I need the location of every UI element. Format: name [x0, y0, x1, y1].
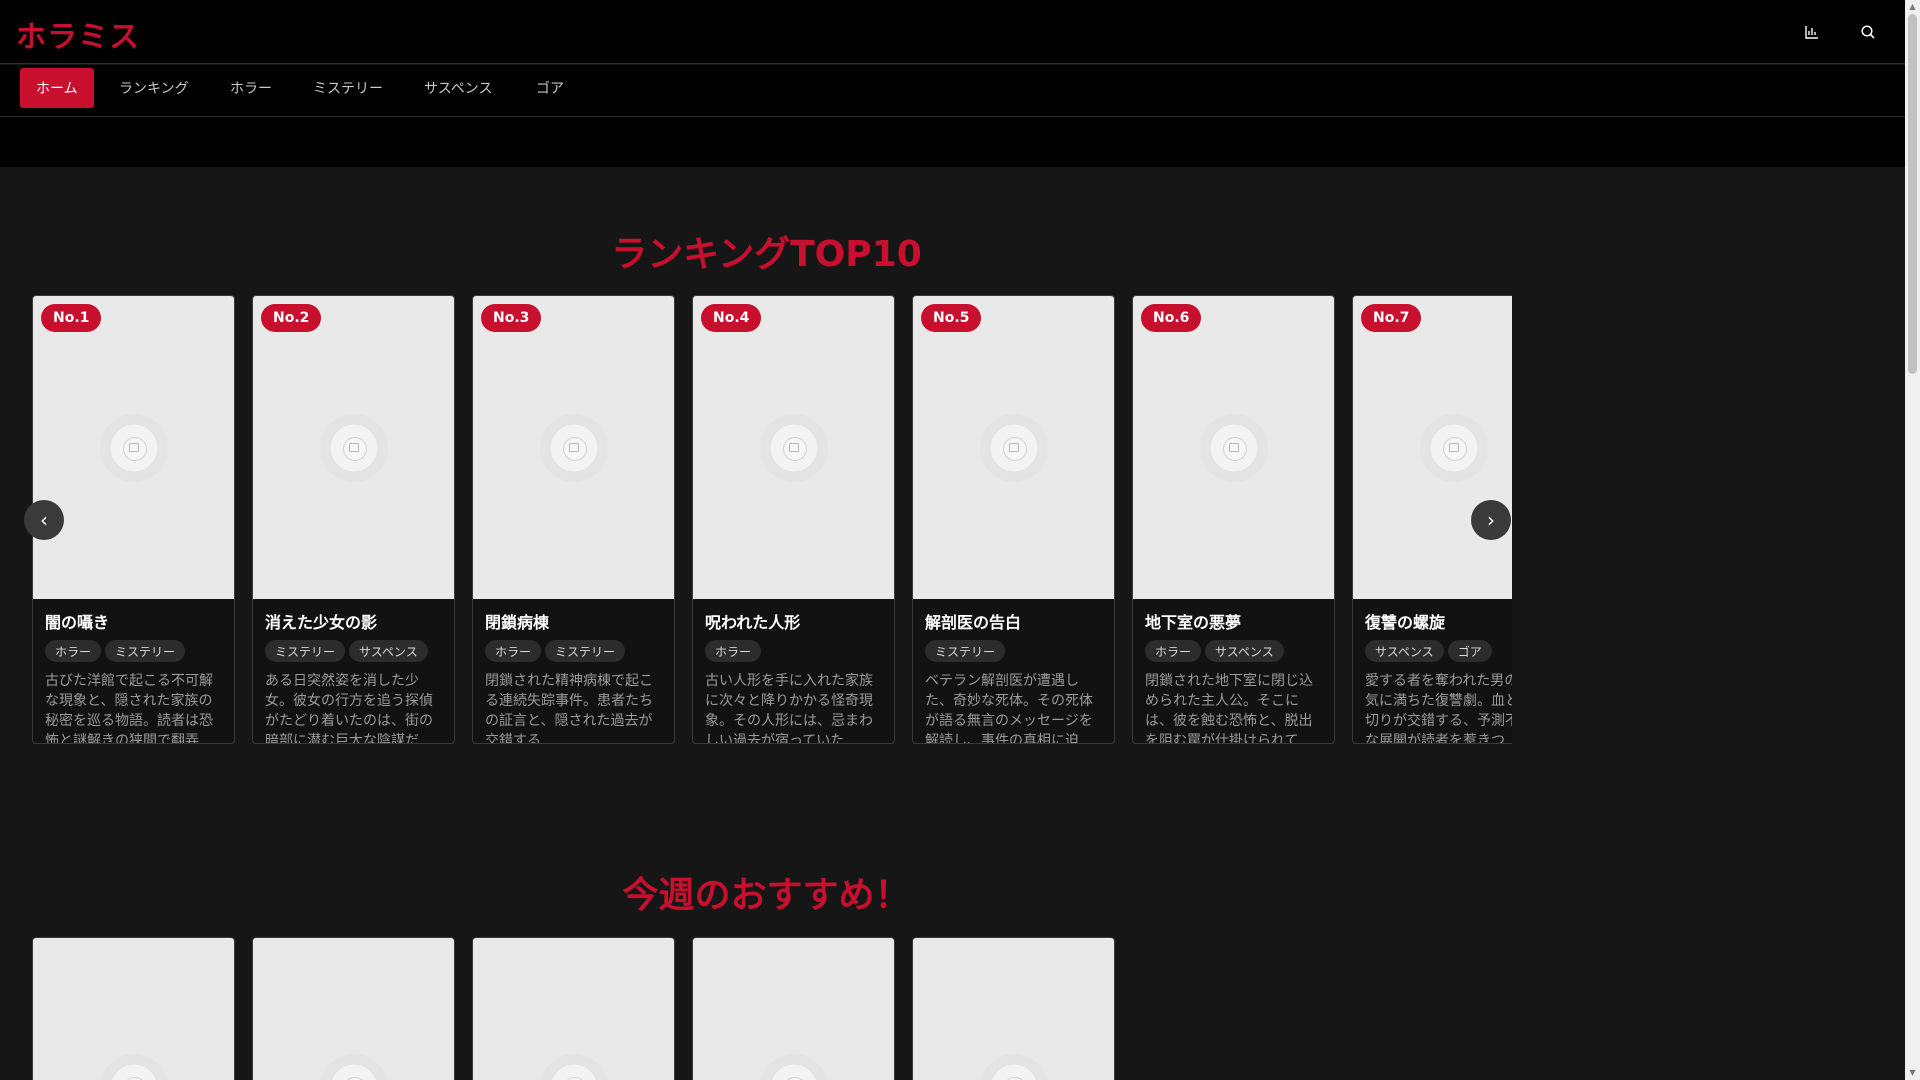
scroll-down-icon[interactable]: ▼: [1905, 1066, 1920, 1080]
cover-image-placeholder: [1133, 296, 1334, 599]
card-description: ある日突然姿を消した少女。彼女の行方を追う探偵がたどり着いたのは、街の暗部に潜む…: [265, 673, 433, 743]
genre-tag[interactable]: ホラー: [705, 640, 762, 662]
carousel-next-button[interactable]: ›: [1471, 500, 1511, 540]
rank-badge: No.7: [1361, 304, 1422, 332]
rank-badge: No.6: [1141, 304, 1202, 332]
top-header: ホラミス: [0, 0, 1905, 64]
ranking-title: ランキングTOP10: [611, 234, 922, 275]
cover-image-placeholder: [693, 938, 894, 1080]
card-title[interactable]: 闇の囁き: [45, 609, 109, 633]
card-title[interactable]: 復讐の螺旋: [1365, 609, 1445, 633]
carousel-prev-button[interactable]: ‹: [24, 500, 64, 540]
rank-badge: No.3: [481, 304, 542, 332]
card-description: 古びた洋館で起こる不可解な現象と、隠された家族の秘密を巡る物語。読者は恐怖と謎解…: [45, 673, 213, 743]
cover-image-placeholder: [693, 296, 894, 599]
cover-image-placeholder: [1353, 296, 1512, 599]
image-icon: [1448, 442, 1459, 452]
genre-tag[interactable]: サスペンス: [1205, 640, 1284, 662]
site-logo[interactable]: ホラミス: [16, 12, 140, 56]
rank-badge: No.1: [41, 304, 102, 332]
recommend-card[interactable]: [912, 937, 1115, 1080]
card-description: 閉鎖された地下室に閉じ込められた主人公。そこには、彼を蝕む恐怖と、脱出を阻む罠が…: [1145, 673, 1313, 743]
card-title[interactable]: 地下室の悪夢: [1145, 609, 1241, 633]
ranking-card[interactable]: No.5 解剖医の告白 ミステリー ベテラン解剖医が遭遇した、奇妙な死体。その死…: [912, 295, 1115, 744]
ranking-card[interactable]: No.2 消えた少女の影 ミステリー サスペンス ある日突然姿を消した少女。彼女…: [252, 295, 455, 744]
nav-item-mystery[interactable]: ミステリー: [297, 68, 399, 108]
rank-badge: No.5: [921, 304, 982, 332]
nav-item-suspense[interactable]: サスペンス: [408, 68, 508, 108]
search-icon[interactable]: [1856, 20, 1880, 44]
nav-item-home[interactable]: ホーム: [20, 68, 94, 108]
genre-tag[interactable]: ミステリー: [105, 640, 186, 662]
image-icon: [568, 442, 579, 452]
recommend-card[interactable]: [32, 937, 235, 1080]
genre-tag[interactable]: ミステリー: [545, 640, 626, 662]
recommend-card[interactable]: [252, 937, 455, 1080]
nav-item-gore[interactable]: ゴア: [520, 68, 580, 108]
genre-tag[interactable]: サスペンス: [1365, 640, 1444, 662]
genre-tag[interactable]: サスペンス: [349, 640, 428, 662]
image-icon: [1228, 442, 1239, 452]
sub-header-bar: [0, 117, 1905, 167]
page-scrollbar[interactable]: ▲ ▼: [1905, 0, 1920, 1080]
cover-image-placeholder: [913, 296, 1114, 599]
rank-badge: No.2: [261, 304, 322, 332]
cover-image-placeholder: [253, 296, 454, 599]
card-title[interactable]: 呪われた人形: [705, 609, 800, 633]
genre-tag[interactable]: ホラー: [485, 640, 542, 662]
genre-tag[interactable]: ゴア: [1447, 640, 1492, 662]
recommend-card[interactable]: [692, 937, 895, 1080]
cover-image-placeholder: [33, 938, 234, 1080]
scroll-up-icon[interactable]: ▲: [1905, 0, 1920, 14]
card-title[interactable]: 閉鎖病棟: [485, 609, 549, 633]
scroll-thumb[interactable]: [1908, 14, 1917, 374]
card-title[interactable]: 解剖医の告白: [925, 609, 1021, 633]
ranking-carousel: No.1 闇の囁き ホラー ミステリー 古びた洋館で起こる不可解な現象と、隠され…: [32, 295, 1512, 745]
card-description: ベテラン解剖医が遭遇した、奇妙な死体。その死体が語る無言のメッセージを解読し、事…: [925, 673, 1093, 743]
ranking-card[interactable]: No.4 呪われた人形 ホラー 古い人形を手に入れた家族に次々と降りかかる怪奇現…: [692, 295, 895, 744]
recommend-title: 今週のおすすめ！: [622, 875, 911, 916]
cover-image-placeholder: [33, 296, 234, 599]
genre-tag[interactable]: ホラー: [1145, 640, 1202, 662]
genre-tag[interactable]: ミステリー: [925, 640, 1006, 662]
image-icon: [128, 442, 139, 452]
nav-item-ranking[interactable]: ランキング: [103, 68, 205, 108]
card-description: 古い人形を手に入れた家族に次々と降りかかる怪奇現象。その人形には、忌まわしい過去…: [705, 673, 873, 743]
cover-image-placeholder: [253, 938, 454, 1080]
card-title[interactable]: 消えた少女の影: [265, 609, 377, 633]
card-description: 閉鎖された精神病棟で起こる連続失踪事件。患者たちの証言と、隠された過去が交錯する…: [485, 673, 653, 743]
recommend-list: [32, 937, 1512, 1080]
genre-tag[interactable]: ホラー: [45, 640, 102, 662]
ranking-card[interactable]: No.3 閉鎖病棟 ホラー ミステリー 閉鎖された精神病棟で起こる連続失踪事件。…: [472, 295, 675, 744]
category-nav: ホーム ランキング ホラー ミステリー サスペンス ゴア: [0, 65, 1905, 117]
recommend-card[interactable]: [472, 937, 675, 1080]
image-icon: [348, 442, 359, 452]
rank-badge: No.4: [701, 304, 762, 332]
image-icon: [788, 442, 799, 452]
genre-tag[interactable]: ミステリー: [265, 640, 346, 662]
cover-image-placeholder: [913, 938, 1114, 1080]
ranking-card[interactable]: No.6 地下室の悪夢 ホラー サスペンス 閉鎖された地下室に閉じ込められた主人…: [1132, 295, 1335, 744]
card-description: 愛する者を奪われた男の狂気に満ちた復讐劇。血と裏切りが交錯する、予測不能な展開が…: [1365, 673, 1512, 743]
cover-image-placeholder: [473, 938, 674, 1080]
nav-item-horror[interactable]: ホラー: [214, 68, 288, 108]
cover-image-placeholder: [473, 296, 674, 599]
image-icon: [1008, 442, 1019, 452]
bar-chart-icon[interactable]: [1800, 20, 1824, 44]
